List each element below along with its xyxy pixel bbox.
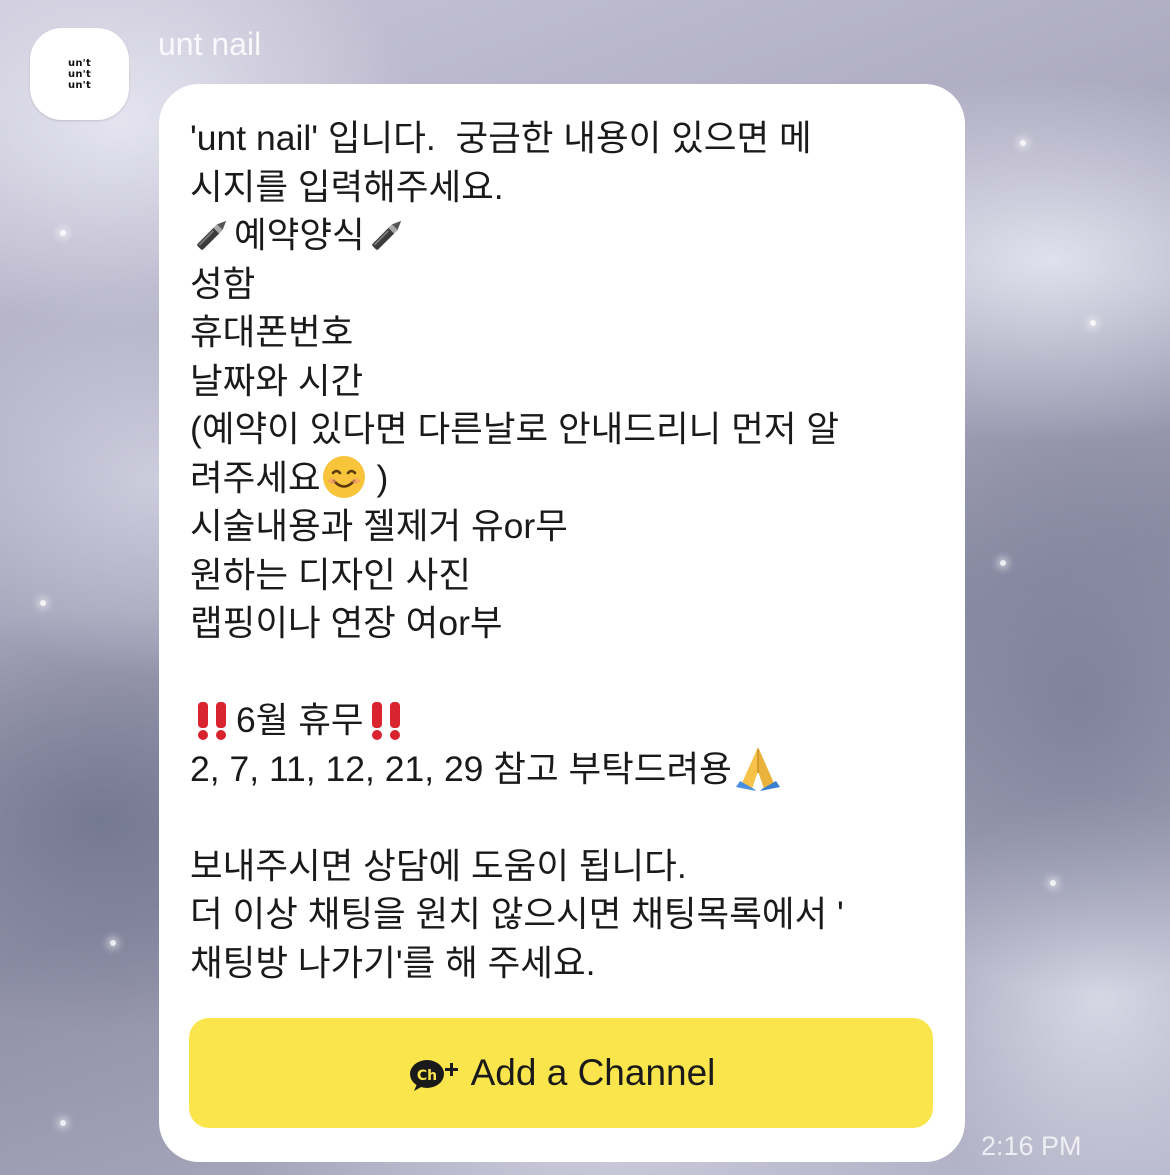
message-line: 휴대폰번호 xyxy=(190,312,354,352)
background-sparkle xyxy=(1050,880,1056,886)
message-line: 채팅방 나가기'를 해 주세요. xyxy=(190,942,596,983)
background-sparkle xyxy=(40,600,46,606)
double-exclamation-icon xyxy=(371,701,400,740)
message-timestamp: 2:16 PM xyxy=(981,1131,1082,1161)
message-line: 원하는 디자인 사진 xyxy=(190,554,472,595)
message-line: 6월 휴무 xyxy=(190,696,935,745)
background-sparkle xyxy=(1000,560,1006,566)
message-line: 시지를 입력해주세요. xyxy=(190,166,504,207)
message-text: 예약양식 xyxy=(234,215,365,255)
line-spacer xyxy=(190,648,935,697)
message-text: 6월 휴무 xyxy=(236,700,364,740)
avatar-logo-text: un't xyxy=(68,79,91,91)
folded-hands-icon xyxy=(735,747,780,792)
fountain-pen-icon xyxy=(371,220,401,250)
add-channel-label: Add a Channel xyxy=(470,1052,716,1093)
message-text: 2, 7, 11, 12, 21, 29 참고 부탁드려용 xyxy=(190,748,732,789)
message-line: 보내주시면 상담에 도움이 됩니다. xyxy=(190,845,687,886)
background-sparkle xyxy=(110,940,116,946)
message-line: 날짜와 시간 xyxy=(190,360,364,401)
message-line: 려주세요 ) xyxy=(190,454,935,503)
fountain-pen-icon xyxy=(197,220,227,250)
add-channel-button[interactable]: Ch Add a Channel xyxy=(189,1018,933,1128)
message-line: 랩핑이나 연장 여or부 xyxy=(190,603,503,643)
background-sparkle xyxy=(1090,320,1096,326)
message-text: ) xyxy=(366,457,389,498)
avatar-logo-text: un't xyxy=(68,68,91,80)
message-text: 려주세요 xyxy=(190,457,321,498)
message-line: 시술내용과 젤제거 유or무 xyxy=(190,506,568,546)
channel-avatar[interactable]: un't un't un't xyxy=(30,28,129,120)
message-line: 성함 xyxy=(190,263,256,304)
message-line: 2, 7, 11, 12, 21, 29 참고 부탁드려용 xyxy=(190,745,935,794)
double-exclamation-icon xyxy=(198,701,226,740)
message-line: (예약이 있다면 다른날로 안내드리니 먼저 알 xyxy=(190,409,840,449)
avatar-logo-text: un't xyxy=(68,57,91,69)
background-sparkle xyxy=(1020,140,1026,146)
message-bubble: 'unt nail' 입니다. 궁금한 내용이 있으면 메 시지를 입력해주세요… xyxy=(159,84,965,1162)
background-sparkle xyxy=(60,1120,66,1126)
svg-text:Ch: Ch xyxy=(416,1068,436,1084)
smiling-face-icon xyxy=(322,456,365,499)
background-sparkle xyxy=(60,230,66,236)
message-line: 'unt nail' 입니다. 궁금한 내용이 있으면 메 xyxy=(190,118,812,158)
message-line: 예약양식 xyxy=(190,211,935,260)
kakao-channel-plus-icon: Ch xyxy=(409,1060,458,1091)
sender-name: unt nail xyxy=(158,26,262,62)
line-spacer xyxy=(190,793,935,842)
message-line: 더 이상 채팅을 원치 않으시면 채팅목록에서 ' xyxy=(190,894,844,934)
